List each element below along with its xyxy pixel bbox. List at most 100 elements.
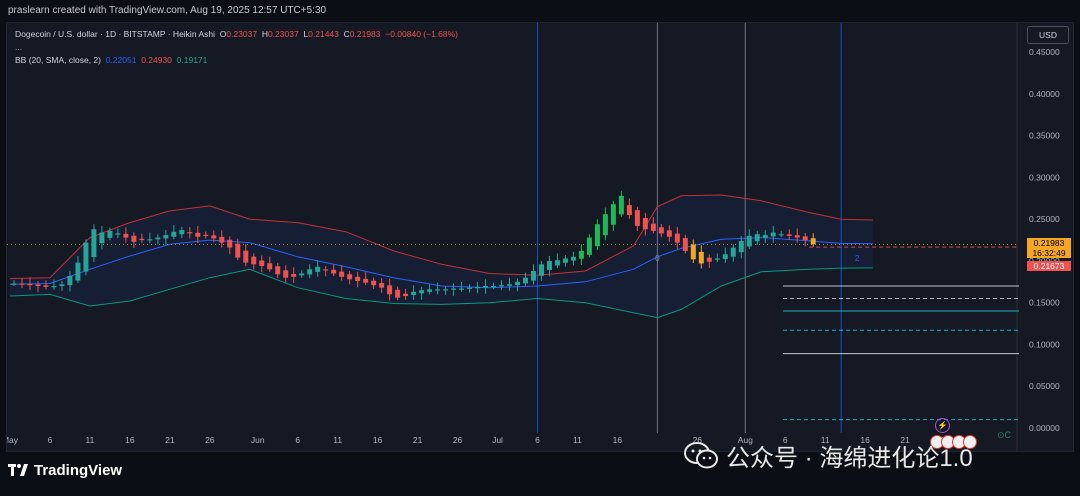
candle-body — [123, 233, 129, 238]
symbol-title[interactable]: Dogecoin / U.S. dollar · 1D · BITSTAMP ·… — [15, 29, 215, 39]
candle-body — [315, 266, 321, 272]
candle-body — [387, 285, 393, 295]
candle-body — [67, 275, 73, 286]
candle-body — [331, 269, 337, 274]
bb-label[interactable]: BB (20, SMA, close, 2) — [15, 55, 101, 65]
candle-body — [499, 285, 505, 287]
close-value: 0.21983 — [349, 29, 381, 39]
candle-body — [395, 289, 401, 298]
bb-legend-row[interactable]: BB (20, SMA, close, 2) 0.22051 0.24930 0… — [15, 54, 458, 67]
marker-2-label: 2 — [855, 254, 860, 263]
y-tick-label: 0.05000 — [1029, 381, 1060, 391]
wechat-icon — [684, 441, 718, 470]
legend-more-button[interactable]: ... — [15, 41, 458, 54]
candle-body — [483, 286, 489, 288]
candle-body — [666, 230, 672, 237]
x-tick-label: 11 — [86, 435, 95, 445]
bb-lower-value: 0.19171 — [176, 55, 208, 65]
candle-body — [91, 229, 97, 258]
candle-body — [714, 258, 720, 260]
y-tick-label: 0.25000 — [1029, 214, 1060, 224]
y-tick-label: 0.35000 — [1029, 131, 1060, 141]
candle-body — [363, 278, 369, 283]
candle-body — [147, 239, 153, 241]
x-tick-label: May — [7, 435, 19, 445]
candle-body — [411, 291, 417, 295]
change-value: −0.00840 (−1.68%) — [385, 29, 459, 39]
watermark: 公众号 · 海绵进化论1.0 — [684, 438, 973, 473]
x-tick-label: 26 — [453, 435, 463, 445]
x-tick-label: 21 — [413, 435, 423, 445]
candle-body — [195, 232, 201, 237]
candle-body — [722, 254, 728, 260]
countdown-value: 16:32:49 — [1032, 248, 1066, 259]
watermark-text: 公众号 · 海绵进化论1.0 — [726, 445, 973, 472]
candle-body — [730, 247, 736, 257]
candle-body — [267, 263, 273, 270]
candle-body — [187, 232, 193, 234]
candle-body — [778, 234, 784, 236]
candle-body — [618, 195, 624, 215]
candle-body — [235, 243, 241, 258]
candle-body — [586, 237, 592, 255]
x-tick-label: 26 — [205, 435, 215, 445]
candle-body — [139, 238, 145, 241]
candle-body — [339, 271, 345, 277]
candle-body — [658, 227, 664, 234]
candle-body — [291, 273, 297, 277]
candle-body — [634, 210, 640, 226]
candle-body — [682, 238, 688, 251]
x-tick-label: 16 — [125, 435, 135, 445]
tradingview-logo-icon — [8, 463, 28, 479]
candle-body — [179, 230, 185, 235]
candle-body — [514, 281, 520, 286]
tradingview-logo[interactable]: TradingView — [8, 462, 122, 479]
x-tick-label: 6 — [48, 435, 53, 445]
candle-body — [674, 233, 680, 243]
lightning-icon[interactable]: ⚡ — [935, 418, 950, 433]
chart-legend: Dogecoin / U.S. dollar · 1D · BITSTAMP ·… — [15, 28, 458, 67]
marker-0-label: 0 — [655, 254, 660, 263]
candle-body — [403, 293, 409, 297]
candle-body — [299, 273, 305, 276]
candle-body — [211, 235, 217, 239]
tradingview-logo-text: TradingView — [34, 462, 123, 479]
candle-body — [171, 231, 177, 237]
currency-button[interactable]: USD — [1027, 26, 1069, 44]
candle-body — [459, 288, 465, 290]
candle-body — [810, 238, 816, 245]
candle-body — [610, 204, 616, 225]
candle-body — [762, 235, 768, 238]
candle-body — [530, 270, 536, 281]
candle-body — [451, 288, 457, 290]
candle-body — [75, 262, 81, 281]
candle-body — [323, 269, 329, 271]
candle-body — [538, 264, 544, 276]
candle-body — [251, 256, 257, 265]
bb-basis-value: 0.22051 — [105, 55, 137, 65]
x-tick-label: 6 — [295, 435, 300, 445]
price-chart[interactable]: 0.450000.400000.350000.300000.250000.200… — [7, 23, 1075, 453]
candle-body — [770, 232, 776, 237]
open-value: 0.23037 — [226, 29, 258, 39]
candle-body — [419, 290, 425, 294]
candle-body — [562, 258, 568, 263]
candle-body — [51, 286, 57, 288]
candle-body — [650, 223, 656, 231]
candle-body — [59, 284, 65, 287]
candle-body — [602, 214, 608, 236]
last-price-value: 0.21983 — [1033, 238, 1065, 249]
candle-body — [35, 284, 41, 287]
candle-body — [243, 250, 249, 263]
y-tick-label: 0.00000 — [1029, 423, 1060, 433]
candle-body — [594, 224, 600, 247]
chart-pane[interactable]: 0.450000.400000.350000.300000.250000.200… — [6, 22, 1075, 453]
candle-body — [27, 283, 33, 286]
candle-body — [690, 244, 696, 260]
attribution-text: praslearn created with TradingView.com, … — [8, 5, 327, 16]
symbol-legend-row[interactable]: Dogecoin / U.S. dollar · 1D · BITSTAMP ·… — [15, 28, 458, 41]
candle-body — [546, 260, 552, 271]
candle-body — [435, 289, 441, 291]
candle-body — [507, 284, 513, 286]
y-tick-label: 0.45000 — [1029, 47, 1060, 57]
